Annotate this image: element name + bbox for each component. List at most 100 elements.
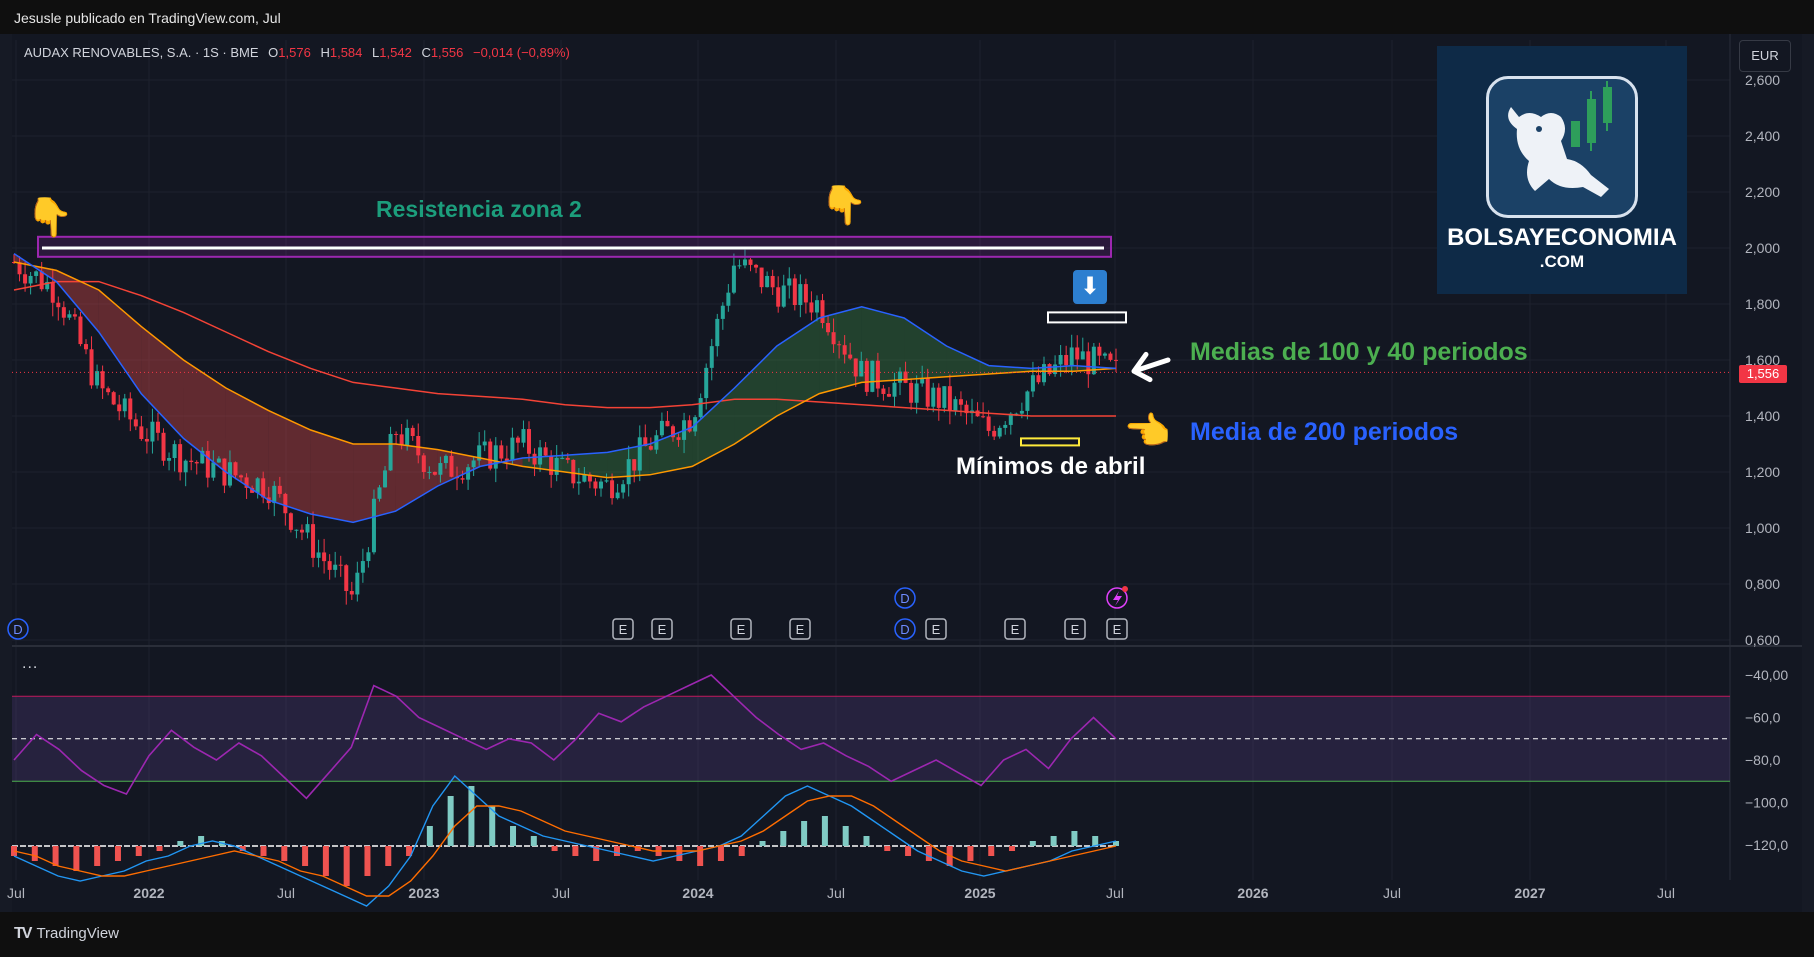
x-tick-label: 2027	[1514, 885, 1545, 901]
candle-body	[150, 421, 155, 442]
candle-body	[283, 493, 288, 514]
earnings-marker[interactable]: E	[612, 618, 634, 640]
candle-body	[687, 420, 692, 432]
change-value: −0,014 (−0,89%)	[473, 45, 570, 60]
candle-body	[549, 455, 554, 475]
macd-histogram-bar	[717, 846, 724, 861]
candle-body	[288, 513, 293, 530]
candle-body	[881, 388, 886, 394]
candle-body	[1069, 347, 1074, 366]
candle-body	[427, 471, 432, 473]
indicator-menu-dots[interactable]: ...	[22, 655, 38, 673]
footer-bar: TV TradingView	[0, 912, 1814, 957]
macd-histogram-bar	[967, 846, 974, 861]
brand-domain: .COM	[1539, 252, 1585, 271]
candle-body	[947, 386, 952, 411]
osc-tick-label: −100,0	[1745, 795, 1788, 811]
candle-body	[167, 458, 172, 461]
candle-body	[571, 459, 576, 484]
candle-body	[848, 354, 853, 359]
candle-body	[737, 265, 742, 267]
brand-logo: BOLSAYECONOMIA .COM	[1437, 46, 1687, 294]
candle-body	[311, 524, 316, 558]
candle-body	[909, 382, 914, 403]
earnings-marker[interactable]: E	[789, 618, 811, 640]
candle-body	[333, 564, 338, 570]
candle-body	[133, 419, 138, 427]
candle-body	[770, 275, 775, 288]
candle-body	[460, 478, 465, 480]
marker-label: E	[619, 622, 628, 637]
osc-tick-label: −40,00	[1745, 667, 1788, 683]
dividend-marker[interactable]: D	[894, 587, 916, 609]
averages-annotation: Medias de 100 y 40 periodos	[1190, 338, 1528, 366]
candle-body	[859, 360, 864, 377]
candle-body	[720, 305, 725, 319]
candle-body	[305, 524, 310, 533]
candle-body	[826, 323, 831, 333]
candle-body	[975, 410, 980, 417]
dividend-marker[interactable]: D	[894, 618, 916, 640]
y-tick-label: 1,400	[1745, 408, 1780, 424]
macd-histogram-bar	[385, 846, 392, 866]
x-tick-label: Jul	[552, 885, 570, 901]
tradingview-logo[interactable]: TV TradingView	[14, 925, 119, 943]
macd-histogram-bar	[863, 836, 870, 846]
candle-body	[344, 565, 349, 592]
marker-label: E	[796, 622, 805, 637]
candle-body	[1075, 347, 1080, 360]
macd-histogram-bar	[780, 831, 787, 846]
open-label: O	[268, 45, 279, 60]
earnings-marker[interactable]: E	[925, 618, 947, 640]
candle-body	[355, 572, 360, 595]
candle-body	[388, 433, 393, 471]
earnings-marker[interactable]: E	[1106, 618, 1128, 640]
x-tick-label: 2023	[408, 885, 439, 901]
candle-body	[709, 346, 714, 368]
candle-body	[698, 398, 703, 418]
earnings-marker[interactable]: E	[1064, 618, 1086, 640]
currency-button[interactable]: EUR	[1739, 40, 1791, 72]
candle-body	[742, 259, 747, 266]
symbol-name[interactable]: AUDAX RENOVABLES, S.A. · 1S · BME	[24, 45, 259, 60]
candle-body	[178, 444, 183, 473]
marker-label: D	[13, 622, 22, 637]
candle-body	[216, 458, 221, 463]
candle-body	[28, 275, 33, 284]
down-arrow-icon: ⬇	[1073, 270, 1107, 304]
macd-histogram-bar	[468, 786, 475, 846]
high-label: H	[320, 45, 330, 60]
candle-body	[831, 332, 836, 345]
candle-body	[128, 398, 133, 420]
candle-body	[560, 457, 565, 459]
candle-body	[371, 498, 376, 553]
candle-body	[925, 378, 930, 407]
last-price-tag: 1,556	[1739, 365, 1787, 383]
pointing-left-hand-icon: 👉	[1125, 411, 1173, 453]
marker-label: E	[1113, 622, 1122, 637]
earnings-marker[interactable]: E	[730, 618, 752, 640]
candle-body	[67, 314, 72, 318]
candle-body	[892, 382, 897, 397]
macd-histogram-bar	[1071, 831, 1078, 846]
marker-label: D	[900, 622, 909, 637]
y-tick-label: 0,600	[1745, 632, 1780, 648]
earnings-marker[interactable]: E	[651, 618, 673, 640]
macd-histogram-bar	[801, 821, 808, 846]
candle-body	[637, 437, 642, 471]
marker-label: E	[737, 622, 746, 637]
dividend-marker[interactable]: D	[7, 618, 29, 640]
macd-histogram-bar	[31, 846, 38, 861]
recent-high-box	[1047, 311, 1127, 324]
macd-histogram-bar	[364, 846, 371, 876]
earnings-marker[interactable]: E	[1004, 618, 1026, 640]
notification-dot	[1122, 586, 1128, 592]
lightning-marker[interactable]	[1106, 586, 1128, 609]
macd-histogram-bar	[343, 846, 350, 886]
candle-body	[997, 427, 1002, 437]
ma200-annotation: Media de 200 periodos	[1190, 418, 1459, 446]
pointing-down-hand-icon: 👇	[26, 197, 74, 239]
candle-body	[898, 371, 903, 383]
candle-body	[189, 460, 194, 463]
osc-tick-label: −60,0	[1745, 710, 1781, 726]
